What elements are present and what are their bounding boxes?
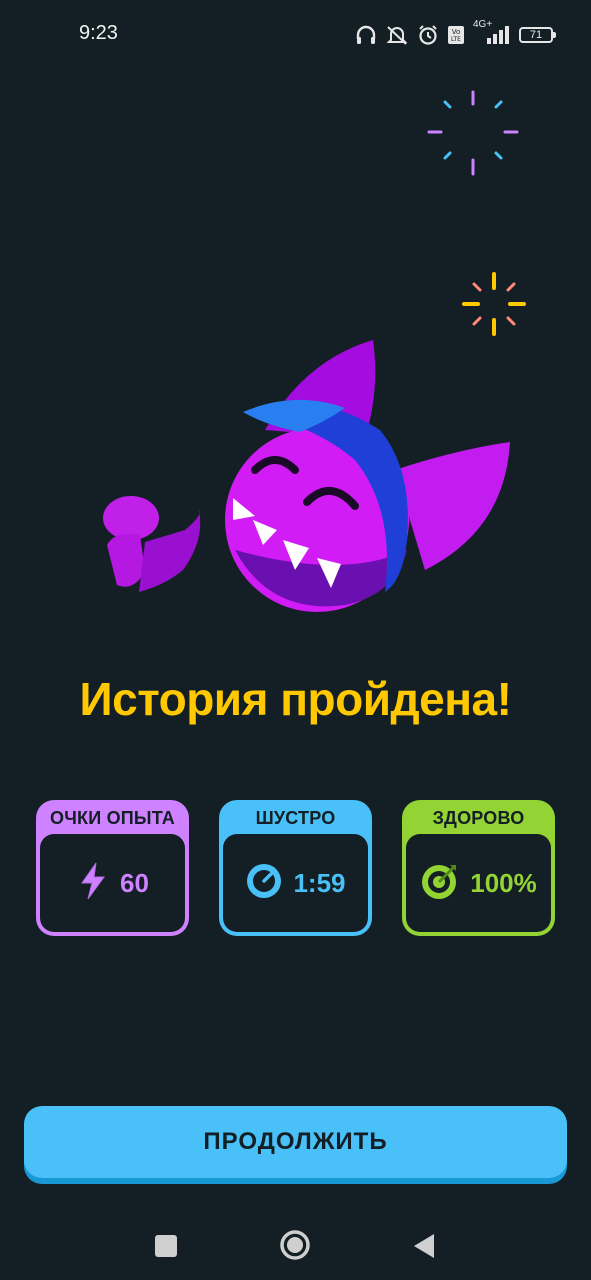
sparkle-top-icon xyxy=(427,90,519,176)
navigation-bar xyxy=(0,1210,591,1280)
continue-button[interactable]: ПРОДОЛЖИТЬ xyxy=(24,1106,567,1178)
svg-text:LTE: LTE xyxy=(451,36,461,43)
back-button[interactable] xyxy=(412,1232,436,1265)
status-icons: Vo LTE 4G+ 71 xyxy=(355,19,556,50)
stat-card-xp: ОЧКИ ОПЫТА 60 xyxy=(36,800,189,936)
circle-icon xyxy=(280,1230,310,1260)
stat-label-xp: ОЧКИ ОПЫТА xyxy=(50,808,175,828)
volte-icon: Vo LTE xyxy=(447,24,465,46)
sparkle-right-icon xyxy=(462,272,526,336)
stopwatch-icon xyxy=(245,862,283,905)
target-icon xyxy=(420,861,460,906)
stat-body-time: 1:59 xyxy=(223,834,368,932)
home-button[interactable] xyxy=(279,1229,311,1266)
recents-button[interactable] xyxy=(154,1234,178,1263)
page-title: История пройдена! xyxy=(79,673,512,725)
signal-4g-icon: 4G+ xyxy=(473,19,511,48)
stat-label-accuracy: ЗДОРОВО xyxy=(432,808,525,828)
stat-body-xp: 60 xyxy=(40,834,185,932)
alarm-icon xyxy=(417,24,439,46)
battery-icon: 71 xyxy=(519,27,556,43)
svg-text:Vo: Vo xyxy=(452,28,461,36)
muted-bell-icon xyxy=(385,24,409,46)
back-triangle-icon xyxy=(414,1234,434,1258)
stat-label-time: ШУСТРО xyxy=(255,808,336,828)
stat-value-time: 1:59 xyxy=(293,867,346,898)
square-icon xyxy=(155,1235,177,1257)
status-time: 9:23 xyxy=(79,22,118,44)
battery-level: 71 xyxy=(529,29,543,41)
stat-card-time: ШУСТРО 1:59 xyxy=(219,800,372,936)
stat-card-accuracy: ЗДОРОВО 100% xyxy=(402,800,555,936)
stat-value-xp: 60 xyxy=(120,867,149,898)
headphones-icon xyxy=(355,24,377,46)
purple-shark-mascot-icon xyxy=(103,340,510,612)
lightning-icon xyxy=(76,861,110,906)
status-bar: 9:23 Vo LTE 4G+ 71 xyxy=(0,0,591,72)
stat-body-accuracy: 100% xyxy=(406,834,551,932)
stat-value-accuracy: 100% xyxy=(470,867,537,898)
